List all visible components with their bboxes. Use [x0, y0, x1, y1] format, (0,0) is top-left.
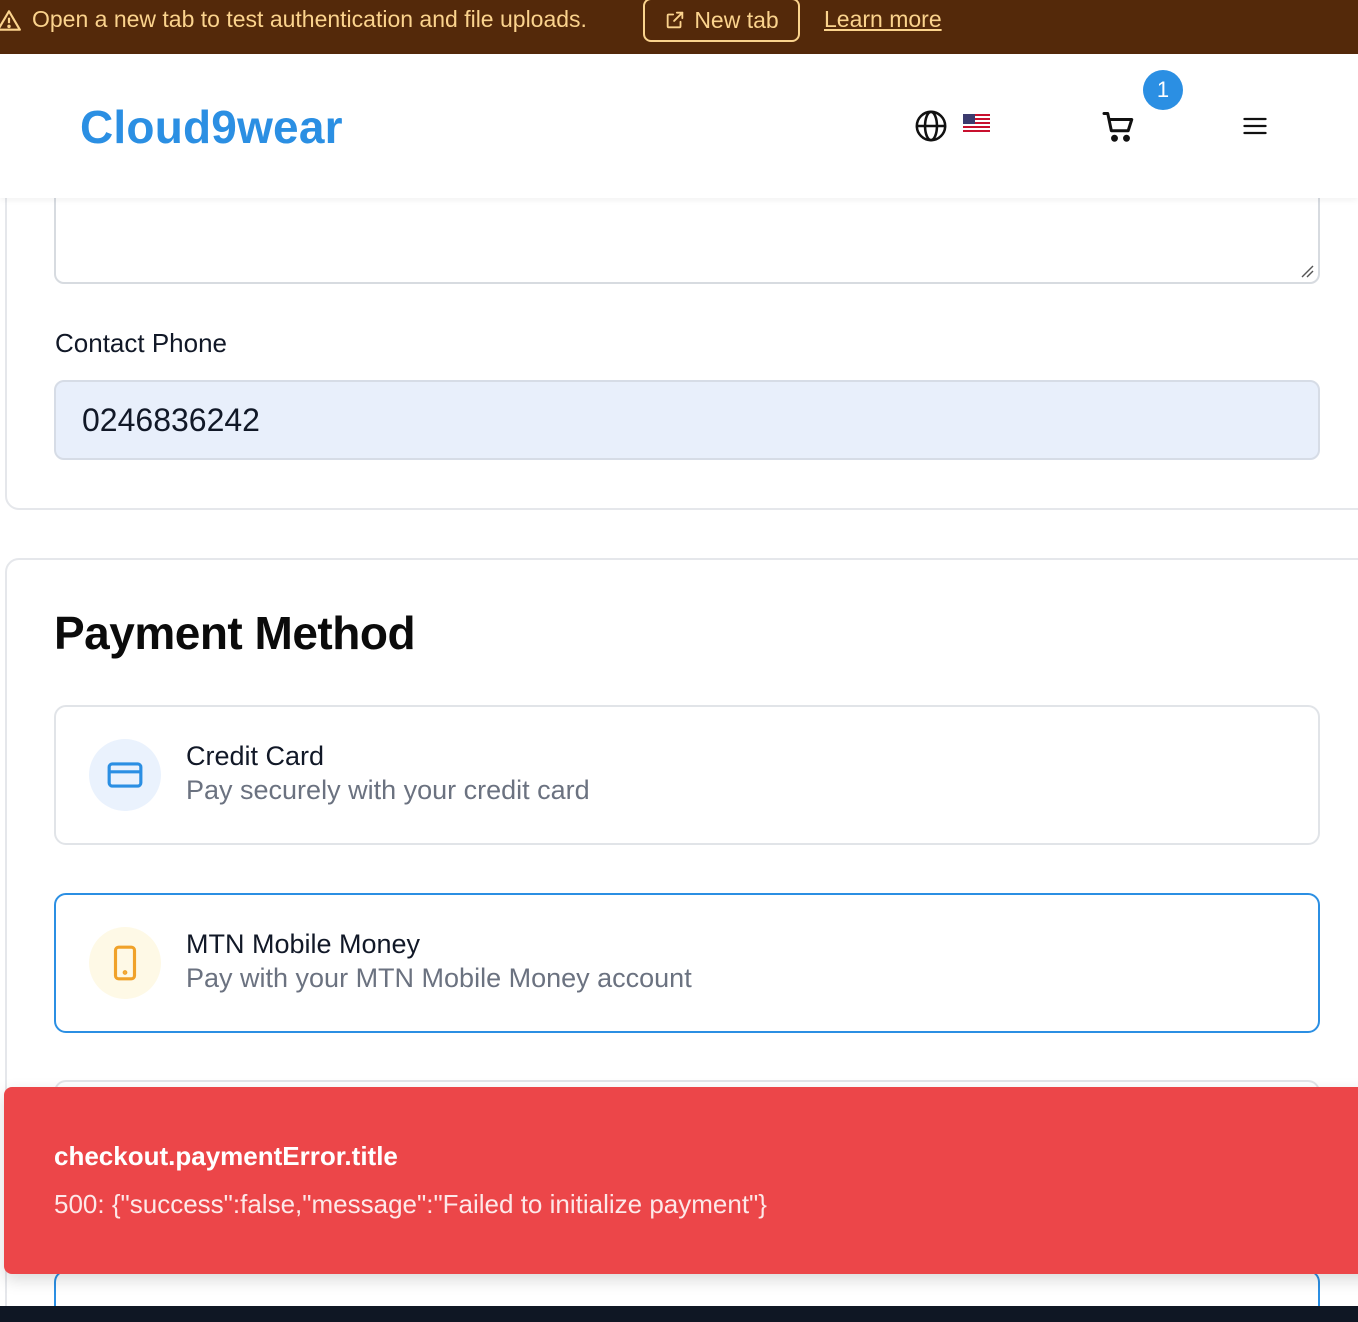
mobile-phone-icon	[113, 945, 137, 981]
dev-warning-banner: Open a new tab to test authentication an…	[0, 0, 1358, 54]
toast-message: 500: {"success":false,"message":"Failed …	[54, 1189, 767, 1219]
payment-option-credit-card[interactable]: Credit Card Pay securely with your credi…	[54, 705, 1320, 845]
new-tab-label: New tab	[694, 6, 779, 33]
site-header: Cloud9wear 1	[0, 54, 1358, 198]
option-title: MTN Mobile Money	[186, 929, 421, 959]
payment-option-mtn-mobile-money[interactable]: MTN Mobile Money Pay with your MTN Mobil…	[54, 893, 1320, 1033]
us-flag-icon[interactable]	[963, 114, 990, 133]
credit-card-icon-wrap	[89, 739, 161, 811]
credit-card-icon	[107, 762, 143, 788]
mobile-phone-icon-wrap	[89, 927, 161, 999]
cart-count-badge: 1	[1143, 70, 1183, 110]
toast-title: checkout.paymentError.title	[54, 1141, 398, 1171]
option-title: Credit Card	[186, 741, 325, 771]
payment-method-title: Payment Method	[54, 607, 416, 659]
new-tab-button[interactable]: New tab	[643, 0, 800, 42]
cart-icon[interactable]	[1100, 109, 1138, 145]
footer-strip	[0, 1306, 1358, 1322]
warning-triangle-icon	[0, 10, 21, 31]
contact-phone-label: Contact Phone	[55, 328, 228, 358]
external-link-icon	[667, 11, 684, 29]
banner-message: Open a new tab to test authentication an…	[32, 6, 587, 32]
brand-logo[interactable]: Cloud9wear	[80, 100, 343, 154]
resize-handle-icon[interactable]	[1300, 264, 1314, 278]
option-description: Pay securely with your credit card	[186, 775, 590, 805]
contact-phone-input[interactable]: 0246836242	[54, 380, 1320, 460]
hamburger-menu-icon[interactable]	[1240, 112, 1270, 140]
globe-icon[interactable]	[914, 109, 948, 143]
payment-error-toast[interactable]: checkout.paymentError.title 500: {"succe…	[4, 1087, 1358, 1274]
checkout-page: Open a new tab to test authentication an…	[0, 0, 1358, 1322]
option-description: Pay with your MTN Mobile Money account	[186, 963, 692, 993]
learn-more-link[interactable]: Learn more	[824, 6, 942, 33]
